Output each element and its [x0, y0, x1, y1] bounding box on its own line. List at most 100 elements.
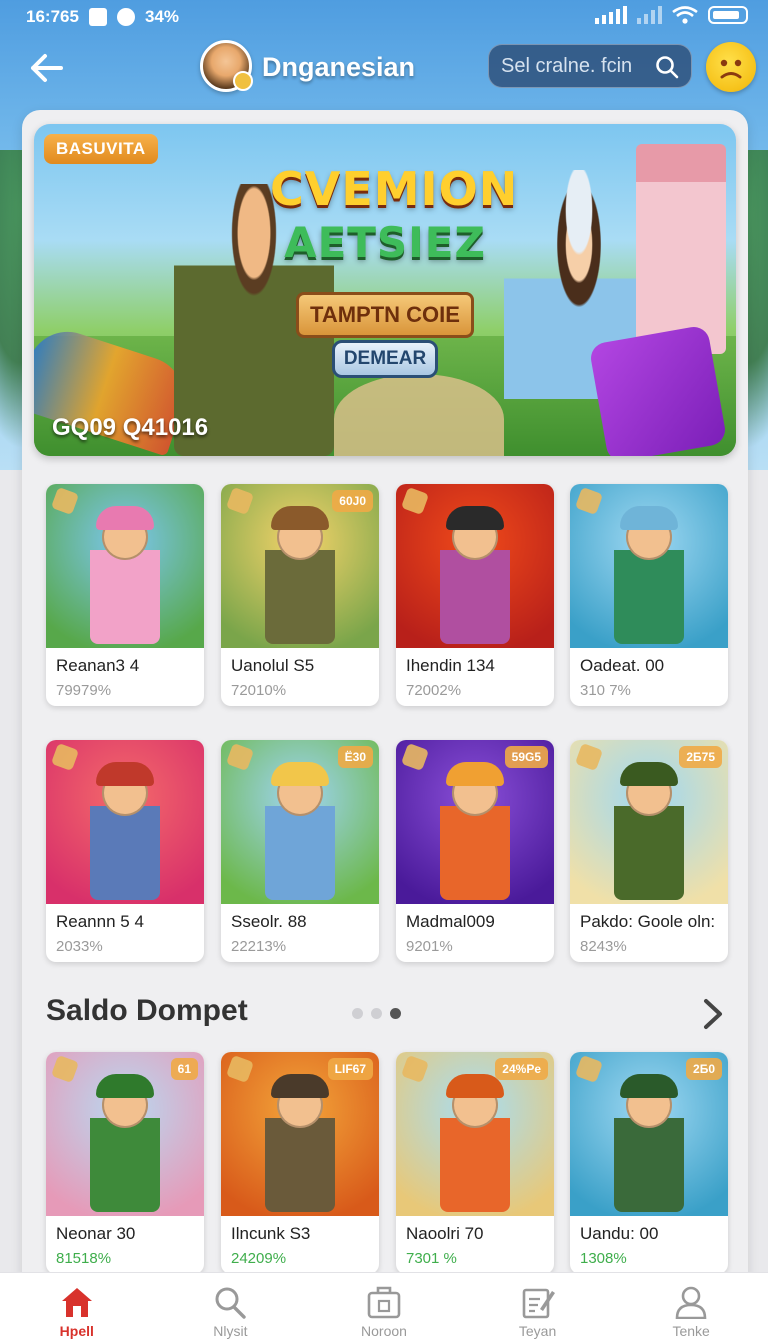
- carousel-dot[interactable]: [352, 1008, 363, 1019]
- nav-label: Teyan: [518, 1323, 557, 1339]
- signal-icon: [595, 6, 627, 24]
- nav-item-edit[interactable]: Teyan: [461, 1273, 615, 1344]
- nav-item-search[interactable]: Nlysit: [154, 1273, 308, 1344]
- sad-face-icon: [720, 59, 742, 79]
- game-card[interactable]: Reannn 5 4 2033%: [46, 740, 204, 962]
- game-thumbnail[interactable]: [396, 484, 554, 648]
- nav-label: Tenke: [672, 1323, 710, 1339]
- character-hat: [271, 762, 329, 786]
- game-thumbnail[interactable]: [46, 740, 204, 904]
- game-tag: 61: [170, 1058, 198, 1080]
- game-tag: 24%Pe: [495, 1058, 548, 1080]
- game-thumbnail[interactable]: LIF67: [221, 1052, 379, 1216]
- game-thumbnail[interactable]: 24%Pe: [396, 1052, 554, 1216]
- carousel-dot[interactable]: [371, 1008, 382, 1019]
- profile-emoji-button[interactable]: [706, 42, 756, 92]
- game-percent: 79979%: [56, 682, 112, 699]
- game-percent: 1308%: [580, 1250, 627, 1267]
- banner-title-line1: CVEMION: [270, 162, 519, 216]
- search-icon[interactable]: [655, 55, 679, 79]
- coin-icon: [400, 486, 430, 516]
- status-bar: 16:765 34%: [0, 0, 768, 34]
- coin-icon: [225, 742, 255, 772]
- game-name: Sseolr. 88: [231, 912, 307, 931]
- banner-gift-box-illustration: [588, 324, 728, 456]
- game-card[interactable]: 2Б75 Pakdo: Goole oln: 8243%: [570, 740, 728, 962]
- game-card[interactable]: 59G5 Madmal009 9201%: [396, 740, 554, 962]
- game-thumbnail[interactable]: 59G5: [396, 740, 554, 904]
- nav-label: Nlysit: [213, 1323, 248, 1339]
- coin-icon: [574, 1054, 604, 1084]
- coin-icon: [225, 1054, 255, 1084]
- game-name: Pakdo: Goole oln:: [580, 912, 716, 931]
- game-name: Oadeat. 00: [580, 656, 665, 675]
- game-name: Reannn 5 4: [56, 912, 144, 931]
- nav-item-home[interactable]: Hpell: [0, 1273, 154, 1344]
- game-card[interactable]: 61 Neonar 30 81518%: [46, 1052, 204, 1274]
- alert-icon: [116, 8, 135, 26]
- character-hat: [271, 506, 329, 530]
- section-title: Saldo Dompet: [46, 994, 248, 1027]
- game-name: Ihendin 134: [406, 656, 495, 675]
- banner-action-button[interactable]: DEMEAR: [332, 340, 438, 378]
- game-card[interactable]: LIF67 Ilncunk S3 24209%: [221, 1052, 379, 1274]
- avatar[interactable]: [200, 40, 253, 92]
- game-thumbnail[interactable]: [570, 484, 728, 648]
- search-input[interactable]: [501, 54, 651, 78]
- coin-icon: [400, 1054, 430, 1084]
- game-tag: 2Б0: [686, 1058, 722, 1080]
- carousel-dots[interactable]: [352, 1008, 401, 1019]
- notification-icon: [88, 8, 107, 26]
- banner-badge: BASUVITA: [44, 134, 158, 164]
- briefcase-icon: [367, 1286, 401, 1319]
- game-thumbnail[interactable]: 2Б75: [570, 740, 728, 904]
- character-hat: [96, 1074, 154, 1098]
- game-name: Uandu: 00: [580, 1224, 659, 1243]
- search-icon: [215, 1287, 247, 1319]
- game-thumbnail[interactable]: 60J0: [221, 484, 379, 648]
- game-card[interactable]: Ihendin 134 72002%: [396, 484, 554, 706]
- game-card[interactable]: Reanan3 4 79979%: [46, 484, 204, 706]
- game-tag: LIF67: [327, 1058, 373, 1080]
- game-percent: 2033%: [56, 938, 103, 955]
- battery-icon: [708, 6, 748, 24]
- status-time: 16:765: [26, 7, 79, 26]
- character-hat: [620, 506, 678, 530]
- game-percent: 8243%: [580, 938, 627, 955]
- game-thumbnail[interactable]: 2Б0: [570, 1052, 728, 1216]
- edit-icon: [522, 1288, 555, 1319]
- game-percent: 81518%: [56, 1250, 112, 1267]
- section-next-button[interactable]: [698, 996, 728, 1032]
- character-hat: [620, 1074, 678, 1098]
- back-button[interactable]: [24, 48, 68, 88]
- game-percent: 9201%: [406, 938, 453, 955]
- character-hat: [446, 762, 504, 786]
- banner-title-line2: AETSIEZ: [284, 218, 486, 267]
- nav-item-profile[interactable]: Tenke: [614, 1273, 768, 1344]
- game-tag: Ё30: [337, 746, 373, 768]
- coin-icon: [574, 742, 604, 772]
- signal-secondary-icon: [637, 6, 662, 24]
- coin-icon: [50, 742, 80, 772]
- game-name: Neonar 30: [56, 1224, 136, 1243]
- game-card[interactable]: 24%Pe Naoolri 70 7301 %: [396, 1052, 554, 1274]
- home-icon: [61, 1288, 92, 1317]
- character-hat: [271, 1074, 329, 1098]
- game-tag: 59G5: [504, 746, 548, 768]
- search-bar[interactable]: [488, 44, 692, 88]
- nav-item-wallet[interactable]: Noroon: [307, 1273, 461, 1344]
- character-hat: [446, 506, 504, 530]
- character-hat: [96, 506, 154, 530]
- game-thumbnail[interactable]: [46, 484, 204, 648]
- game-thumbnail[interactable]: 61: [46, 1052, 204, 1216]
- game-card[interactable]: 60J0 Uanolul S5 72010%: [221, 484, 379, 706]
- carousel-dot-active[interactable]: [390, 1008, 401, 1019]
- game-card[interactable]: Ё30 Sseolr. 88 22213%: [221, 740, 379, 962]
- game-name: Madmal009: [406, 912, 495, 931]
- game-thumbnail[interactable]: Ё30: [221, 740, 379, 904]
- game-name: Reanan3 4: [56, 656, 140, 675]
- game-card[interactable]: Oadeat. 00 310 7%: [570, 484, 728, 706]
- game-card[interactable]: 2Б0 Uandu: 00 1308%: [570, 1052, 728, 1274]
- game-percent: 310 7%: [580, 682, 631, 699]
- nav-label: Hpell: [59, 1323, 94, 1339]
